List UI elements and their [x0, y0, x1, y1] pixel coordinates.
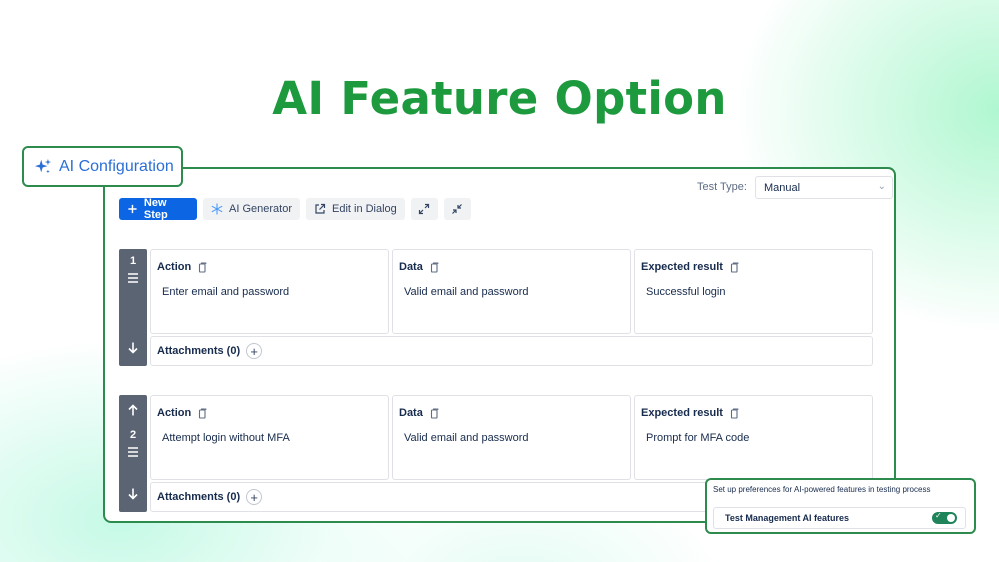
attachments-label: Attachments (0) — [157, 345, 241, 357]
new-step-button[interactable]: New Step — [119, 197, 197, 221]
ai-configuration-label: AI Configuration — [59, 157, 174, 175]
data-value: Valid email and password — [404, 432, 529, 444]
expand-button[interactable] — [410, 198, 438, 220]
action-cell[interactable]: Action Enter email and password — [150, 249, 389, 334]
chevron-down-icon: ⌄ — [877, 181, 886, 192]
test-type-select[interactable]: Manual ⌄ — [755, 176, 893, 199]
data-value: Valid email and password — [404, 286, 529, 298]
add-attachment-button[interactable]: + — [246, 489, 263, 505]
ai-features-label: Test Management AI features — [725, 513, 850, 523]
data-header-label: Data — [399, 407, 423, 419]
copy-icon[interactable] — [429, 261, 439, 273]
attachments-label: Attachments (0) — [157, 491, 241, 503]
add-attachment-button[interactable]: + — [246, 343, 263, 359]
new-step-label: New Step — [143, 197, 168, 221]
action-header-label: Action — [157, 261, 192, 273]
ai-generator-button[interactable]: AI Generator — [203, 198, 300, 220]
move-up-icon[interactable] — [126, 403, 140, 417]
collapse-button[interactable] — [443, 198, 471, 220]
drag-handle-icon[interactable] — [126, 271, 140, 285]
external-link-icon — [315, 203, 326, 214]
test-type-label: Test Type: — [697, 181, 747, 193]
attachments-row: Attachments (0) + — [150, 336, 873, 366]
page-headline: AI Feature Option — [272, 72, 727, 125]
step-rail[interactable]: 2 — [119, 395, 147, 512]
ai-preferences-description: Set up preferences for AI-powered featur… — [713, 485, 931, 494]
data-header: Data — [399, 407, 439, 419]
expand-icon — [419, 203, 430, 215]
sparkle-icon — [34, 158, 52, 173]
step-number: 2 — [129, 429, 137, 441]
copy-icon[interactable] — [429, 407, 439, 419]
copy-icon[interactable] — [729, 261, 739, 273]
action-header-label: Action — [157, 407, 192, 419]
expected-result-cell[interactable]: Expected result Successful login — [634, 249, 873, 334]
move-down-icon[interactable] — [126, 487, 140, 501]
expected-result-header: Expected result — [641, 407, 739, 419]
copy-icon[interactable] — [197, 407, 207, 419]
ai-configuration-button[interactable]: AI Configuration — [22, 146, 183, 187]
data-header-label: Data — [399, 261, 423, 273]
expected-result-value: Prompt for MFA code — [646, 432, 750, 444]
ai-preferences-card: Set up preferences for AI-powered featur… — [705, 478, 976, 534]
data-cell[interactable]: Data Valid email and password — [392, 395, 631, 480]
test-type-value: Manual — [764, 182, 801, 194]
ai-features-toggle[interactable]: ✓ — [932, 511, 957, 524]
expected-result-header-label: Expected result — [641, 407, 723, 419]
ai-generator-label: AI Generator — [229, 203, 292, 215]
copy-icon[interactable] — [197, 261, 207, 273]
expected-result-value: Successful login — [646, 286, 726, 298]
check-icon: ✓ — [935, 511, 942, 520]
plus-icon — [128, 204, 137, 214]
toggle-knob — [947, 514, 955, 522]
drag-handle-icon[interactable] — [126, 445, 140, 459]
ai-features-setting: Test Management AI features ✓ — [713, 507, 966, 529]
action-cell[interactable]: Action Attempt login without MFA — [150, 395, 389, 480]
snowflake-icon — [211, 203, 223, 215]
step-rail[interactable]: 1 — [119, 249, 147, 366]
expected-result-header-label: Expected result — [641, 261, 723, 273]
edit-in-dialog-button[interactable]: Edit in Dialog — [305, 198, 405, 220]
data-cell[interactable]: Data Valid email and password — [392, 249, 631, 334]
copy-icon[interactable] — [729, 407, 739, 419]
expected-result-cell[interactable]: Expected result Prompt for MFA code — [634, 395, 873, 480]
action-value: Enter email and password — [162, 286, 290, 298]
edit-in-dialog-label: Edit in Dialog — [331, 203, 397, 215]
move-down-icon[interactable] — [126, 341, 140, 355]
toolbar: New Step AI Generator Edit in Dialog — [119, 197, 471, 221]
action-header: Action — [157, 407, 207, 419]
test-step-1: 1 Action Enter email and password Data V… — [119, 249, 873, 366]
step-number: 1 — [129, 255, 137, 267]
action-header: Action — [157, 261, 207, 273]
collapse-icon — [452, 204, 463, 214]
data-header: Data — [399, 261, 439, 273]
expected-result-header: Expected result — [641, 261, 739, 273]
action-value: Attempt login without MFA — [162, 432, 290, 444]
